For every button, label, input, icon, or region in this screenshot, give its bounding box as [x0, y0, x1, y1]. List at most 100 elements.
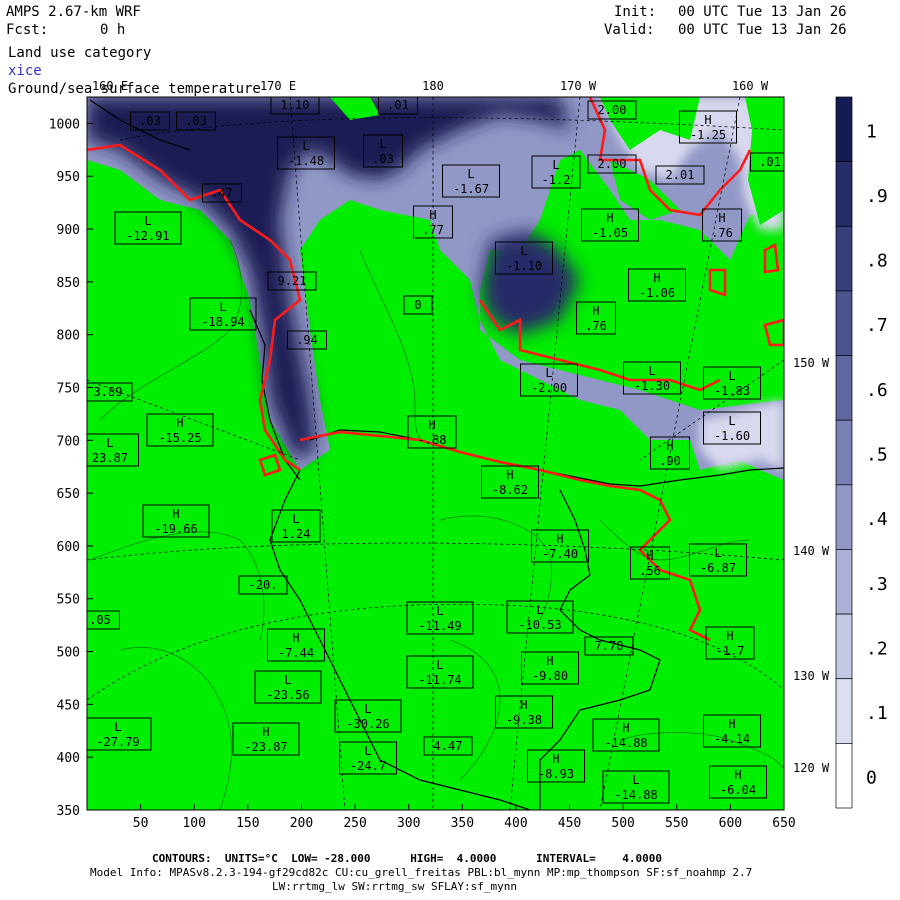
longitude-labels-right: 150 W 140 W 130 W 120 W — [793, 356, 830, 775]
lon-label-top: 170 E — [260, 79, 296, 93]
extremum-type: H — [546, 654, 553, 668]
extremum-value: -30.26 — [346, 717, 389, 731]
extremum-type: L — [520, 244, 527, 258]
x-tick-label: 150 — [236, 816, 259, 831]
extremum-value: -1.06 — [639, 286, 675, 300]
extremum-value: -1.25 — [690, 128, 726, 142]
extremum-type: L — [545, 366, 552, 380]
extremum-type: L — [728, 414, 735, 428]
extremum-value: 9.21 — [278, 274, 307, 288]
colorbar-label: .1 — [866, 703, 888, 724]
extremum-type: L — [219, 300, 226, 314]
extremum-value: .77 — [422, 223, 444, 237]
y-tick-label: 600 — [57, 540, 80, 555]
colorbar-label: 0 — [866, 768, 877, 789]
x-tick-label: 200 — [290, 816, 313, 831]
extremum-value: -.88 — [418, 433, 447, 447]
y-tick-label: 800 — [57, 329, 80, 344]
extremum-type: L — [648, 364, 655, 378]
lon-label-right: 130 W — [793, 669, 830, 683]
extremum-value: .01 — [387, 98, 409, 112]
colorbar-swatch — [835, 161, 853, 227]
x-tick-label: 250 — [343, 816, 366, 831]
extremum-type: H — [520, 698, 527, 712]
x-tick-label: 50 — [133, 816, 149, 831]
y-tick-label: 650 — [57, 487, 80, 502]
extremum-value: -11.74 — [418, 673, 461, 687]
extremum-type: L — [364, 744, 371, 758]
colorbar-swatch — [835, 419, 853, 486]
extremum-value: -1.67 — [453, 182, 489, 196]
extremum-type: L — [364, 702, 371, 716]
extremum-value: .76 — [711, 226, 733, 240]
extremum-type: H — [428, 418, 435, 432]
extremum-value: .03 — [139, 114, 161, 128]
extremum-type: H — [552, 752, 559, 766]
extremum-value: .90 — [659, 454, 681, 468]
extremum-value: -23.87 — [244, 740, 287, 754]
extremum-value: -8.62 — [492, 483, 528, 497]
extremum-type: H — [718, 211, 725, 225]
extremum-value: .94 — [296, 333, 318, 347]
extremum-type: L — [379, 137, 386, 151]
extremum-value: .56 — [639, 564, 661, 578]
x-tick-label: 550 — [665, 816, 688, 831]
extremum-value: 2.00 — [598, 103, 627, 117]
x-tick-label: 450 — [558, 816, 581, 831]
field-temperature: Ground/sea surface temperature — [8, 81, 261, 97]
colorbar: 1 .9 .8 .7 .6 .5 .4 .3 .2 .1 0 — [835, 96, 888, 809]
extremum-value: -1.83 — [714, 384, 750, 398]
colorbar-label: 1 — [866, 121, 877, 142]
extremum-value: -10.53 — [518, 618, 561, 632]
extremum-value: -23.56 — [266, 688, 309, 702]
y-tick-label: 850 — [57, 276, 80, 291]
extremum-type: H — [262, 725, 269, 739]
y-tick-label: 550 — [57, 593, 80, 608]
x-tick-label: 400 — [504, 816, 527, 831]
extremum-value: 4.47 — [434, 739, 463, 753]
extremum-value: -12.91 — [126, 229, 169, 243]
colorbar-swatch — [835, 484, 853, 550]
extremum-value: 2.00 — [598, 157, 627, 171]
extremum-value: -4.14 — [714, 732, 750, 746]
extremum-type: L — [106, 436, 113, 450]
y-tick-label: 700 — [57, 434, 80, 449]
colorbar-label: .2 — [866, 638, 888, 659]
extremum-type: H — [653, 271, 660, 285]
x-tick-label: 600 — [719, 816, 742, 831]
extremum-type: L — [728, 369, 735, 383]
extremum-type: H — [734, 768, 741, 782]
extremum-type: H — [726, 629, 733, 643]
extremum-type: L — [114, 720, 121, 734]
extremum-type: H — [556, 532, 563, 546]
extremum-value: -7.44 — [278, 646, 314, 660]
extremum-value: -1.2 — [542, 173, 571, 187]
extremum-value: -20. — [249, 578, 278, 592]
y-tick-label: 1000 — [49, 117, 80, 132]
y-tick-label: 450 — [57, 698, 80, 713]
y-tick-label: 400 — [57, 751, 80, 766]
lon-label-right: 140 W — [793, 544, 830, 558]
colorbar-swatch — [835, 290, 853, 356]
extremum-value: 2.01 — [666, 168, 695, 182]
extremum-value: 0 — [414, 298, 421, 312]
colorbar-label: .4 — [866, 509, 888, 530]
colorbar-swatch — [835, 678, 853, 744]
extremum-value: -1.10 — [506, 259, 542, 273]
extremum-value: -1.05 — [592, 226, 628, 240]
extremum-type: H — [606, 211, 613, 225]
extremum-type: H — [506, 468, 513, 482]
extremum-value: -2.00 — [531, 381, 567, 395]
extremum-type: L — [632, 773, 639, 787]
x-tick-label: 500 — [611, 816, 634, 831]
colorbar-swatch — [835, 96, 853, 162]
lon-label-top: 180 — [422, 79, 444, 93]
extremum-value: .47 — [211, 186, 233, 200]
extremum-type: L — [302, 139, 309, 153]
extremum-value: -1.30 — [634, 379, 670, 393]
extremum-type: L — [144, 214, 151, 228]
extremum-type: H — [592, 304, 599, 318]
extremum-value: .76 — [585, 319, 607, 333]
extremum-value: 3.89 — [94, 385, 123, 399]
extremum-value: -18.94 — [201, 315, 244, 329]
